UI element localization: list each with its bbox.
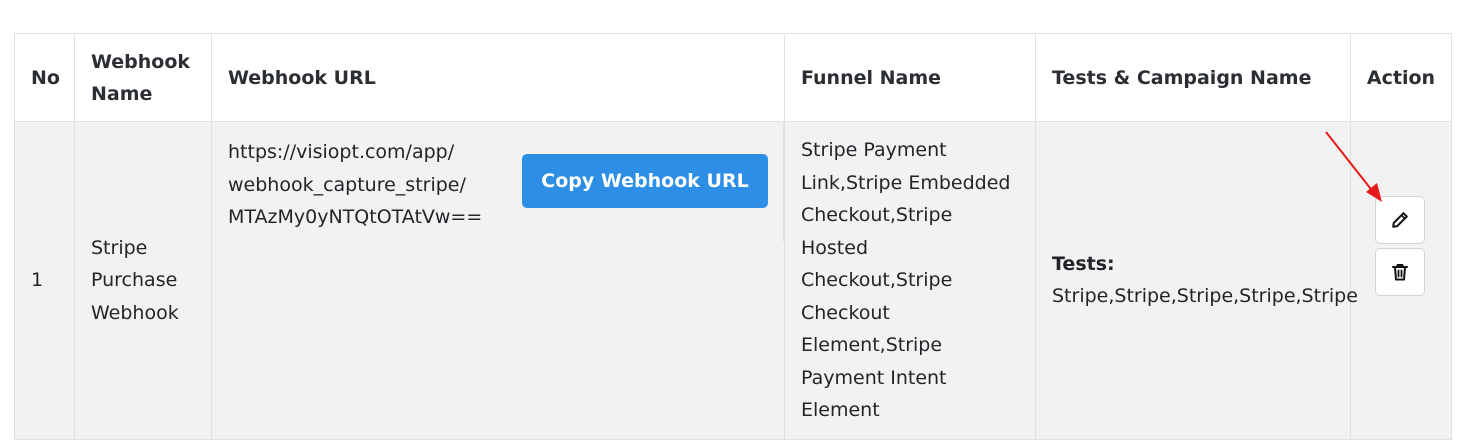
edit-button[interactable]	[1375, 196, 1425, 244]
table-row: 1 Stripe Purchase Webhook https://visiop…	[14, 121, 1452, 440]
webhooks-table: No Webhook Name Webhook URL Funnel Name …	[14, 33, 1452, 440]
header-funnel-name: Funnel Name	[784, 33, 1036, 122]
cell-no: 1	[14, 121, 75, 440]
tests-value: Stripe,Stripe,Stripe,Stripe,Stripe	[1052, 285, 1358, 308]
cell-funnel-name: Stripe Payment Link,Stripe Embedded Chec…	[784, 121, 1036, 440]
header-webhook-name: Webhook Name	[74, 33, 212, 122]
header-tests-campaign: Tests & Campaign Name	[1035, 33, 1351, 122]
cell-tests-campaign: Tests: Stripe,Stripe,Stripe,Stripe,Strip…	[1035, 121, 1358, 440]
copy-webhook-url-button[interactable]: Copy Webhook URL	[522, 154, 768, 208]
pencil-icon	[1392, 212, 1408, 228]
table-header-row: No Webhook Name Webhook URL Funnel Name …	[14, 33, 1452, 122]
cell-webhook-name: Stripe Purchase Webhook	[74, 121, 212, 440]
header-action: Action	[1350, 33, 1452, 122]
cell-divider	[783, 122, 784, 242]
delete-button[interactable]	[1375, 248, 1425, 296]
tests-label: Tests:	[1052, 252, 1115, 275]
webhook-url-line: https://visiopt.com/app/	[228, 141, 455, 163]
webhook-url-line: MTAzMy0yNTQtOTAtVw==	[228, 206, 483, 228]
webhook-url-line: webhook_capture_stripe/	[228, 173, 466, 196]
header-webhook-url: Webhook URL	[211, 33, 785, 122]
webhook-url-text: https://visiopt.com/app/ webhook_capture…	[228, 136, 508, 234]
cell-webhook-url: https://visiopt.com/app/ webhook_capture…	[211, 121, 785, 440]
cell-action	[1350, 121, 1452, 440]
trash-icon	[1392, 264, 1408, 281]
header-no: No	[14, 33, 75, 122]
